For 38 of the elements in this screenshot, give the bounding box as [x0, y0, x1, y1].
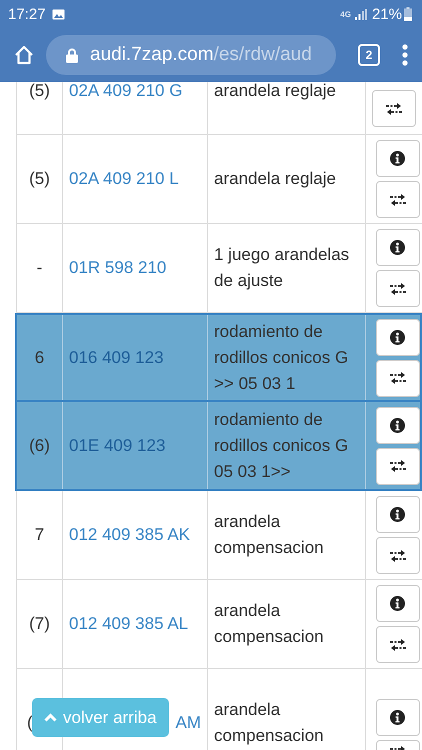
table-row[interactable]: (5) 02A 409 210 L arandela reglaje: [16, 135, 422, 224]
address-bar[interactable]: audi.7zap.com/es/rdw/aud: [46, 35, 336, 75]
part-number-link[interactable]: 02A 409 210 L: [69, 166, 179, 192]
part-number-link[interactable]: AM: [176, 710, 201, 736]
part-name: arandela reglaje: [214, 168, 336, 190]
selected-row[interactable]: 6 016 409 123 rodamiento de rodillos conicos G >> 05 03 1: [15, 313, 422, 402]
position-number: 7: [34, 524, 44, 546]
table-row[interactable]: 7 012 409 385 AK arandela compensacion: [16, 491, 422, 580]
clock-time: 17:27: [8, 6, 46, 22]
table-row[interactable]: (5) 02A 409 210 G arandela reglaje: [16, 82, 422, 135]
part-name: arandela compensacion: [214, 511, 325, 559]
part-name: 1 juego arandelas de ajuste: [214, 244, 350, 292]
position-number: (5): [29, 168, 50, 190]
table-row[interactable]: - 01R 598 210 1 juego arandelas de ajuste: [16, 224, 422, 313]
part-name: arandela compensacion: [214, 699, 325, 747]
tab-count[interactable]: 2: [358, 44, 380, 66]
position-number: -: [36, 257, 42, 279]
position-number: 6: [34, 346, 44, 368]
part-number-link[interactable]: 012 409 385 AL: [69, 611, 188, 637]
part-name: arandela compensacion: [214, 600, 325, 648]
url-text: audi.7zap.com/es/rdw/aud: [90, 44, 312, 66]
part-number-link[interactable]: 01R 598 210: [69, 255, 166, 281]
position-number: (7): [29, 613, 50, 635]
position-number: (: [27, 712, 33, 734]
position-number: (5): [29, 82, 50, 102]
part-number-link[interactable]: 012 409 385 AK: [69, 522, 190, 548]
part-name: arandela reglaje: [214, 82, 336, 102]
table-row[interactable]: (7) 012 409 385 AL arandela compensacion: [16, 580, 422, 669]
part-name: rodamiento de rodillos conicos G 05 03 1>>: [214, 408, 350, 482]
part-number-link[interactable]: 02A 409 210 G: [69, 82, 182, 104]
selected-row[interactable]: (6) 01E 409 123 rodamiento de rodillos conicos G 05 03 1>>: [15, 402, 422, 491]
part-number-link[interactable]: 016 409 123: [69, 344, 164, 370]
part-name: rodamiento de rodillos conicos G >> 05 03 1: [214, 320, 350, 394]
network-type: 4G: [340, 10, 351, 18]
part-number-link[interactable]: 01E 409 123: [69, 432, 166, 458]
battery-percent: 21%: [372, 6, 402, 22]
back-to-top-button[interactable]: volver arriba: [32, 698, 169, 737]
position-number: (6): [29, 434, 50, 456]
